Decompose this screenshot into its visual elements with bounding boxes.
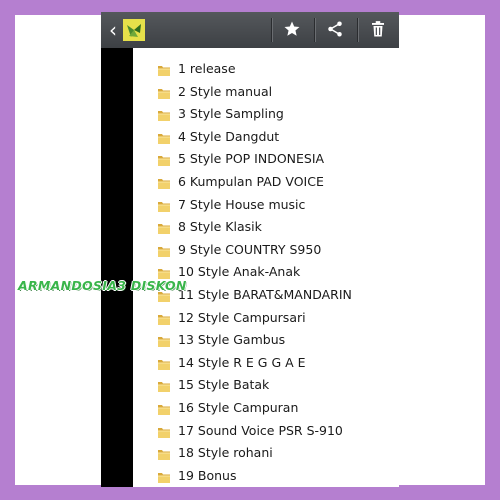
folder-row[interactable]: 19 Bonus <box>157 464 397 487</box>
folder-row[interactable]: 3 Style Sampling <box>157 102 397 125</box>
folder-name: 3 Style Sampling <box>178 106 284 122</box>
folder-icon <box>157 152 171 167</box>
toolbar-divider <box>314 18 316 42</box>
folder-row[interactable]: 14 Style R E G G A E <box>157 351 397 374</box>
folder-icon <box>157 311 171 325</box>
folder-icon <box>157 62 171 76</box>
folder-row[interactable]: 4 Style Dangdut <box>157 125 397 148</box>
folder-row[interactable]: 10 Style Anak-Anak <box>157 260 397 283</box>
folder-name: 8 Style Klasik <box>178 219 262 235</box>
folder-icon <box>157 107 171 122</box>
folder-icon <box>157 175 171 189</box>
folder-icon <box>157 220 171 235</box>
folder-row[interactable]: 12 Style Campursari <box>157 306 397 329</box>
folder-icon <box>157 446 171 461</box>
folder-row[interactable]: 1 release <box>157 57 397 80</box>
toolbar-divider <box>357 18 359 42</box>
folder-name: 12 Style Campursari <box>178 309 306 325</box>
folder-name: 6 Kumpulan PAD VOICE <box>178 173 324 189</box>
folder-name: 9 Style COUNTRY S950 <box>178 241 322 257</box>
folder-name: 18 Style rohani <box>178 445 273 461</box>
folder-name: 15 Style Batak <box>178 377 270 393</box>
folder-name: 2 Style manual <box>178 83 273 99</box>
action-bar: ‹ <box>101 12 399 48</box>
folder-list: 1 release 2 Style manual 3 Style Sampling 4… <box>157 57 397 486</box>
folder-icon <box>157 424 171 438</box>
folder-name: 16 Style Campuran <box>178 399 299 415</box>
folder-row[interactable]: 8 Style Klasik <box>157 215 397 238</box>
folder-name: 13 Style Gambus <box>178 332 286 348</box>
folder-icon <box>157 198 171 212</box>
gallery-app-icon[interactable] <box>123 19 145 41</box>
folder-name: 7 Style House music <box>178 196 306 212</box>
folder-row[interactable]: 11 Style BARAT&MANDARIN <box>157 283 397 306</box>
file-list-panel: 1 release 2 Style manual 3 Style Sampling 4… <box>133 48 399 487</box>
folder-icon <box>157 401 171 415</box>
folder-row[interactable]: 9 Style COUNTRY S950 <box>157 238 397 261</box>
trash-icon[interactable] <box>365 18 391 42</box>
share-icon[interactable] <box>322 18 348 42</box>
folder-icon <box>157 356 171 370</box>
folder-icon <box>157 378 171 393</box>
chevron-left-icon[interactable]: ‹ <box>105 20 121 40</box>
folder-name: 1 release <box>178 61 236 76</box>
folder-row[interactable]: 13 Style Gambus <box>157 328 397 351</box>
folder-row[interactable]: 7 Style House music <box>157 193 397 216</box>
folder-row[interactable]: 18 Style rohani <box>157 441 397 464</box>
watermark-text: ARMANDOSIA3 DISKON <box>18 278 187 293</box>
folder-icon <box>157 333 171 348</box>
folder-icon <box>157 243 171 257</box>
folder-name: 10 Style Anak-Anak <box>178 264 301 280</box>
folder-row[interactable]: 16 Style Campuran <box>157 396 397 419</box>
folder-icon <box>157 85 171 99</box>
folder-row[interactable]: 2 Style manual <box>157 80 397 103</box>
folder-name: 19 Bonus <box>178 467 237 483</box>
folder-row[interactable]: 17 Sound Voice PSR S-910 <box>157 419 397 442</box>
toolbar-divider <box>271 18 273 42</box>
folder-row[interactable]: 6 Kumpulan PAD VOICE <box>157 170 397 193</box>
folder-row[interactable]: 15 Style Batak <box>157 373 397 396</box>
phone-screen: ‹ 1 release 2 Style manual 3 Style Sampl… <box>101 12 399 487</box>
folder-name: 17 Sound Voice PSR S-910 <box>178 422 343 438</box>
folder-icon <box>157 130 171 144</box>
folder-icon <box>157 469 171 483</box>
folder-row[interactable]: 5 Style POP INDONESIA <box>157 147 397 170</box>
folder-name: 4 Style Dangdut <box>178 128 280 144</box>
star-icon[interactable] <box>279 18 305 42</box>
folder-name: 14 Style R E G G A E <box>178 354 306 370</box>
folder-name: 11 Style BARAT&MANDARIN <box>178 286 352 302</box>
folder-name: 5 Style POP INDONESIA <box>178 151 325 167</box>
